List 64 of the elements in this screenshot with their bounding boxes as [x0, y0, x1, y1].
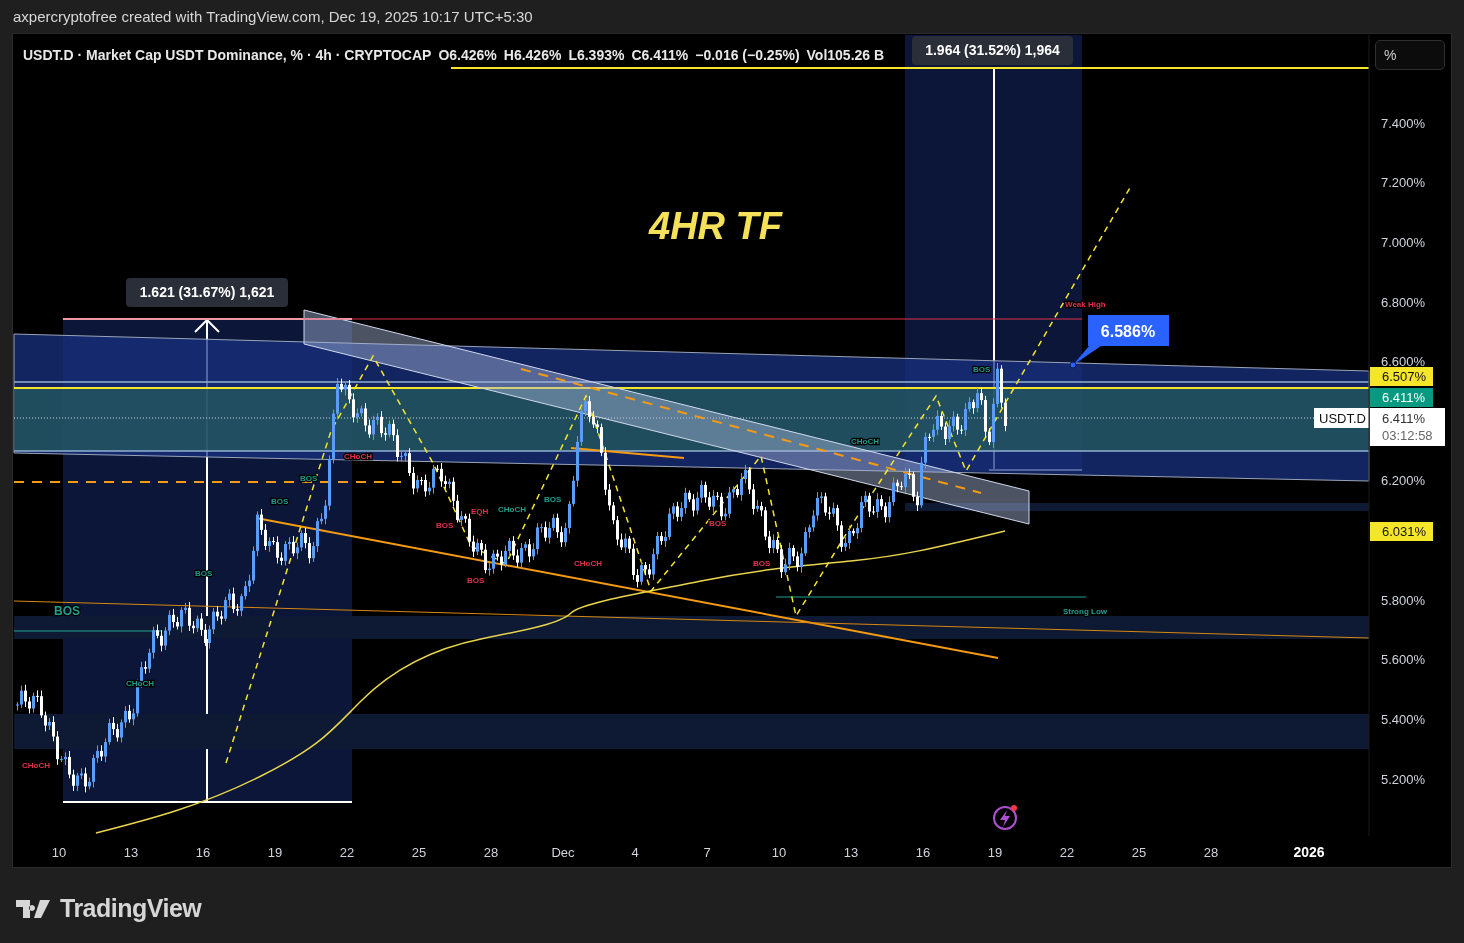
- last-price-tag: 6.411% 03:12:58: [1370, 408, 1445, 446]
- structure-label: CHoCH: [22, 761, 50, 770]
- time-axis-label: 19: [987, 845, 1003, 860]
- structure-label: BOS: [467, 576, 485, 585]
- time-axis-label: 13: [843, 845, 859, 860]
- time-axis-label: Dec: [551, 845, 575, 860]
- time-axis-label: 28: [483, 845, 499, 860]
- time-axis-label: 13: [123, 845, 139, 860]
- symbol-title: USDT.D · Market Cap USDT Dominance, % · 4h · CRYPTOCAP: [23, 47, 432, 63]
- price-axis-label: 6.800%: [1381, 295, 1426, 310]
- price-axis-label: 7.400%: [1381, 116, 1426, 131]
- price-axis-label: 7.000%: [1381, 235, 1426, 250]
- structure-label: EQH: [471, 507, 489, 516]
- ohlc-value: C6.411%: [631, 47, 689, 63]
- structure-label: Strong Low: [1063, 607, 1107, 616]
- price-axis-label: 5.400%: [1381, 712, 1426, 727]
- time-axis-label: 16: [195, 845, 211, 860]
- price-axis-label: 5.800%: [1381, 593, 1426, 608]
- structure-label: BOS: [973, 365, 991, 374]
- price-tag: 6.031%: [1370, 522, 1433, 541]
- structure-label: BOS: [753, 559, 771, 568]
- time-axis-label: 4: [631, 845, 639, 860]
- price-axis-label: 5.600%: [1381, 652, 1426, 667]
- price-axis-label: 6.600%: [1381, 354, 1426, 369]
- time-axis-label: 28: [1203, 845, 1219, 860]
- time-axis-label: 25: [411, 845, 427, 860]
- time-axis-label: 10: [51, 845, 67, 860]
- price-axis-label: 5.200%: [1381, 772, 1426, 787]
- structure-label: Weak High: [1065, 300, 1106, 309]
- time-axis-label: 2026: [1293, 844, 1325, 860]
- time-axis-label: 19: [267, 845, 283, 860]
- price-axis-label: 7.200%: [1381, 175, 1426, 190]
- time-axis-label: 10: [771, 845, 787, 860]
- structure-label: BOS: [271, 497, 289, 506]
- price-tag: 6.411%: [1370, 388, 1433, 407]
- ohlc-value: −0.016 (−0.25%): [695, 47, 800, 63]
- ohlc-value: O6.426%: [438, 47, 497, 63]
- structure-label: CHoCH: [344, 452, 372, 461]
- ohlc-value: Vol105.26 B: [806, 47, 885, 63]
- price-tag: 6.507%: [1370, 367, 1433, 386]
- structure-label: BOS: [709, 519, 727, 528]
- measure-label: 1.964 (31.52%) 1,964: [912, 36, 1073, 65]
- ohlc-value: L6.393%: [568, 47, 625, 63]
- structure-label: CHoCH: [851, 437, 879, 446]
- time-axis-label: 7: [703, 845, 711, 860]
- structure-label: BOS: [300, 474, 318, 483]
- structure-label: CHoCH: [574, 559, 602, 568]
- structure-label: BOS: [436, 521, 454, 530]
- time-axis-label: 22: [1059, 845, 1075, 860]
- time-axis-label: 22: [339, 845, 355, 860]
- measure-label: 1.621 (31.67%) 1,621: [126, 278, 288, 307]
- brand-name: TradingView: [60, 893, 202, 924]
- time-axis-label: 25: [1131, 845, 1147, 860]
- ohlc-value: H6.426%: [503, 47, 562, 63]
- price-callout: 6.586%: [1069, 315, 1169, 369]
- price-axis-label: 6.200%: [1381, 473, 1426, 488]
- symbol-tag: USDT.D: [1314, 408, 1369, 428]
- structure-label: BOS: [544, 495, 562, 504]
- chart-attribution: axpercryptofree created with TradingView.com, Dec 19, 2025 10:17 UTC+5:30: [12, 7, 534, 27]
- time-axis-label: 16: [915, 845, 931, 860]
- scale-mode-button[interactable]: %: [1375, 40, 1445, 70]
- chart-title: 4HR TF: [649, 205, 782, 247]
- structure-label: BOS: [54, 604, 80, 618]
- structure-label: CHoCH: [498, 505, 526, 514]
